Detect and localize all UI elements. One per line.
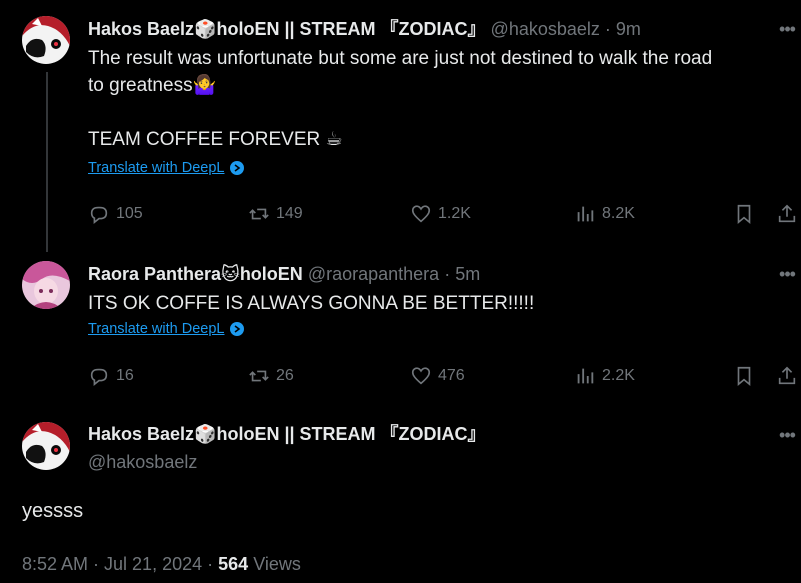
- translate-label[interactable]: Translate with DeepL: [88, 160, 224, 176]
- like-count: 1.2K: [438, 205, 471, 222]
- views-icon: [577, 368, 594, 384]
- avatar[interactable]: [22, 16, 70, 64]
- author-handle[interactable]: @hakosbaelz: [491, 19, 600, 39]
- views-count: 2.2K: [602, 367, 635, 384]
- tweet-text-line: ITS OK COFFE IS ALWAYS GONNA BE BETTER!!…: [88, 293, 535, 314]
- like-button[interactable]: 1.2K: [410, 200, 471, 228]
- author-name[interactable]: Hakos Baelz🎲holoEN || STREAM 『ZODIAC』: [88, 424, 486, 444]
- tweet-text-line: to greatness🤷‍♀️: [88, 75, 217, 96]
- action-bar: 105 149 1.2K 8.2K: [88, 200, 801, 228]
- main-tweet-handle-row: @hakosbaelz: [88, 450, 197, 474]
- tweet-text-line: The result was unfortunate but some are …: [88, 48, 713, 69]
- views-button[interactable]: 2.2K: [574, 362, 635, 390]
- repost-icon: [249, 208, 269, 220]
- translate-link[interactable]: Translate with DeepL: [88, 160, 245, 176]
- separator: ·: [604, 19, 611, 39]
- tweet-header: Raora Panthera🐱holoEN @raorapanthera · 5…: [88, 262, 480, 286]
- main-tweet-meta: 8:52 AM · Jul 21, 2024 · 564 Views: [22, 554, 301, 575]
- bookmark-icon: [737, 366, 751, 387]
- tweet-text: ITS OK COFFE IS ALWAYS GONNA BE BETTER!!…: [88, 290, 798, 317]
- timestamp[interactable]: 9m: [616, 19, 641, 39]
- like-count: 476: [438, 367, 465, 384]
- repost-button[interactable]: 26: [248, 362, 294, 390]
- repost-icon: [249, 370, 269, 382]
- repost-count: 26: [276, 367, 294, 384]
- thread-line: [46, 72, 48, 252]
- deepl-icon: [230, 322, 245, 336]
- bookmark-button[interactable]: [733, 200, 755, 228]
- translate-label[interactable]: Translate with DeepL: [88, 321, 224, 337]
- reply-icon: [90, 368, 108, 386]
- bookmark-button[interactable]: [733, 362, 755, 390]
- author-handle[interactable]: @hakosbaelz: [88, 452, 197, 472]
- separator: ·: [207, 554, 214, 574]
- heart-icon: [411, 205, 431, 223]
- views-button[interactable]: 8.2K: [574, 200, 635, 228]
- views-count: 8.2K: [602, 205, 635, 222]
- author-handle[interactable]: @raorapanthera: [308, 264, 439, 284]
- more-horizontal-icon: •••: [779, 19, 796, 39]
- reply-button[interactable]: 105: [88, 200, 143, 228]
- reply-button[interactable]: 16: [88, 362, 134, 390]
- share-icon: [778, 366, 796, 385]
- avatar[interactable]: [22, 422, 70, 470]
- reply-count: 16: [116, 367, 134, 384]
- action-bar: 16 26 476 2.2K: [88, 362, 801, 390]
- separator: ·: [444, 264, 451, 284]
- avatar[interactable]: [22, 261, 70, 309]
- author-name[interactable]: Raora Panthera🐱holoEN: [88, 264, 303, 284]
- repost-count: 149: [276, 205, 303, 222]
- more-options-button[interactable]: •••: [775, 426, 799, 448]
- author-name[interactable]: Hakos Baelz🎲holoEN || STREAM 『ZODIAC』: [88, 19, 486, 39]
- bookmark-icon: [737, 204, 751, 225]
- more-horizontal-icon: •••: [779, 264, 796, 284]
- reply-icon: [90, 206, 108, 224]
- reply-count: 105: [116, 205, 143, 222]
- tweet-text: The result was unfortunate but some are …: [88, 45, 798, 153]
- like-button[interactable]: 476: [410, 362, 465, 390]
- translate-link[interactable]: Translate with DeepL: [88, 321, 245, 337]
- main-tweet-text: yessss: [22, 500, 84, 522]
- share-icon: [778, 204, 796, 223]
- tweet-header: Hakos Baelz🎲holoEN || STREAM 『ZODIAC』 @h…: [88, 17, 641, 41]
- share-button[interactable]: [776, 200, 798, 228]
- more-options-button[interactable]: •••: [775, 20, 799, 42]
- tweet-text-line: TEAM COFFEE FOREVER ☕: [88, 129, 343, 150]
- repost-button[interactable]: 149: [248, 200, 303, 228]
- deepl-icon: [230, 161, 245, 175]
- main-tweet-name-row: Hakos Baelz🎲holoEN || STREAM 『ZODIAC』: [88, 422, 486, 446]
- main-tweet-timestamp[interactable]: 8:52 AM · Jul 21, 2024: [22, 554, 202, 574]
- view-count: 564: [218, 554, 249, 574]
- views-label: Views: [253, 554, 301, 574]
- timestamp[interactable]: 5m: [455, 264, 480, 284]
- heart-icon: [411, 367, 431, 385]
- views-icon: [577, 206, 594, 222]
- share-button[interactable]: [776, 362, 798, 390]
- more-options-button[interactable]: •••: [775, 265, 799, 287]
- more-horizontal-icon: •••: [779, 425, 796, 445]
